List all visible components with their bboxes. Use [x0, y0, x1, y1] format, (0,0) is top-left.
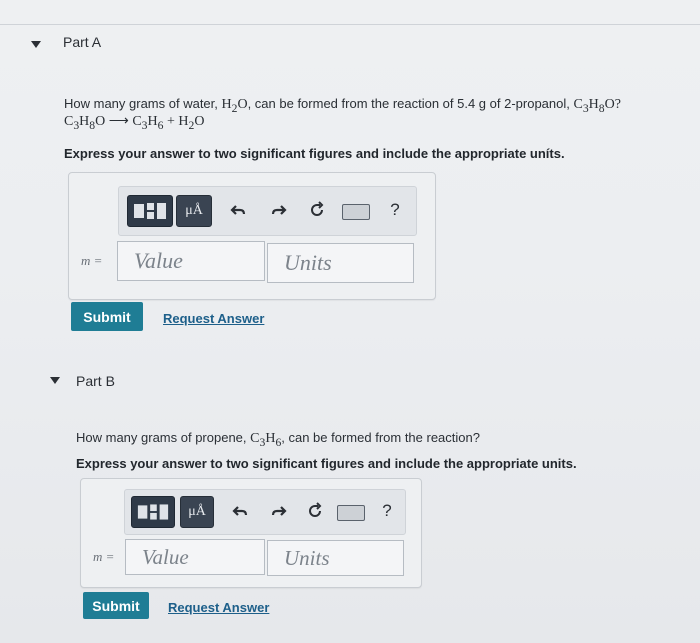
part-a-units-input[interactable]: Units [267, 243, 414, 283]
reset-icon[interactable] [306, 199, 328, 221]
part-a-instruction: Express your answer to two significant f… [64, 146, 565, 161]
part-b-variable-label: m = [93, 549, 115, 564]
part-a-variable-label: m = [81, 253, 103, 268]
part-b-submit-button[interactable]: Submit [83, 592, 149, 619]
undo-icon[interactable] [227, 199, 249, 221]
collapse-caret-icon[interactable] [50, 377, 60, 384]
top-divider [0, 24, 700, 25]
part-b-toolbar: μÅ ? [124, 489, 406, 535]
help-icon[interactable]: ? [377, 500, 397, 522]
keyboard-icon[interactable] [341, 203, 371, 221]
templates-icon[interactable] [131, 496, 175, 528]
units-icon[interactable]: μÅ [176, 195, 212, 227]
part-b-title[interactable]: Part B [76, 373, 115, 389]
part-b-request-answer-link[interactable]: Request Answer [168, 600, 269, 615]
part-a-title[interactable]: Part A [63, 34, 101, 50]
part-a-equation: C3H8O ⟶ C3H6 + H2O [64, 114, 205, 132]
part-b-instruction: Express your answer to two significant f… [76, 456, 577, 471]
redo-icon[interactable] [268, 199, 290, 221]
part-b-value-input[interactable]: Value [125, 539, 265, 575]
part-a-submit-button[interactable]: Submit [71, 302, 143, 331]
reset-icon[interactable] [304, 500, 326, 522]
part-b-units-input[interactable]: Units [267, 540, 404, 576]
part-a-question: How many grams of water, H2O, can be for… [64, 96, 621, 115]
templates-icon[interactable] [127, 195, 173, 227]
keyboard-icon[interactable] [336, 504, 366, 522]
part-b-question: How many grams of propene, C3H6, can be … [76, 430, 480, 449]
part-a-toolbar: μÅ ? [118, 186, 417, 236]
undo-icon[interactable] [229, 500, 251, 522]
help-icon[interactable]: ? [385, 199, 405, 221]
collapse-caret-icon[interactable] [31, 41, 41, 48]
part-a-request-answer-link[interactable]: Request Answer [163, 311, 264, 326]
part-a-value-input[interactable]: Value [117, 241, 265, 281]
redo-icon[interactable] [268, 500, 290, 522]
units-icon[interactable]: μÅ [180, 496, 214, 528]
